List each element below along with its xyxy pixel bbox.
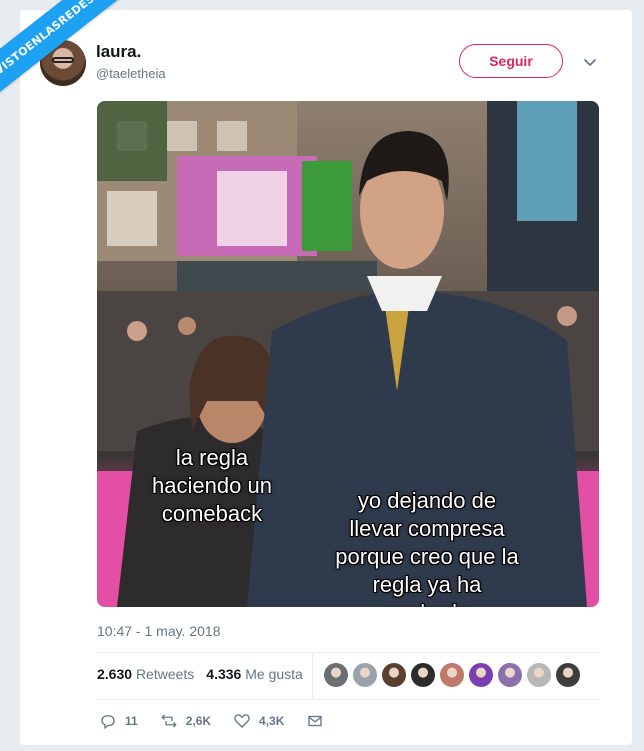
liker-avatar[interactable]: [440, 663, 464, 687]
engagement-stats: 2.630 Retweets 4.336 Me gusta: [97, 666, 303, 682]
liker-avatar[interactable]: [382, 663, 406, 687]
chevron-down-icon[interactable]: [580, 52, 600, 72]
retweets-stat[interactable]: 2.630 Retweets: [97, 666, 194, 682]
liker-avatar[interactable]: [411, 663, 435, 687]
watermark-ribbon: VISTOENLASREDES: [0, 0, 140, 140]
liker-avatar[interactable]: [527, 663, 551, 687]
divider-bottom: [97, 699, 599, 700]
liker-avatar[interactable]: [353, 663, 377, 687]
tweet-timestamp[interactable]: 10:47 - 1 may. 2018: [97, 623, 220, 639]
reply-button[interactable]: 11: [99, 712, 138, 730]
tweet-actions: 11 2,6K 4,3K: [99, 712, 346, 730]
retweets-count: 2.630: [97, 666, 133, 682]
like-button[interactable]: 4,3K: [233, 712, 284, 730]
like-count: 4,3K: [259, 714, 285, 728]
likes-count: 4.336: [206, 666, 242, 682]
likers-avatars: [324, 663, 580, 687]
divider-top: [97, 652, 599, 653]
retweet-count: 2,6K: [185, 714, 212, 728]
reply-icon: [101, 715, 115, 730]
follow-button[interactable]: Seguir: [459, 44, 563, 78]
envelope-icon: [308, 715, 323, 727]
caption-left: la regla haciendo un comeback: [152, 445, 272, 526]
stats-separator: [312, 654, 313, 698]
retweets-label: Retweets: [135, 666, 195, 682]
watermark-text: VISTOENLASREDES: [0, 0, 123, 101]
reply-count: 11: [125, 714, 138, 728]
liker-avatar[interactable]: [469, 663, 493, 687]
likes-stat[interactable]: 4.336 Me gusta: [206, 666, 303, 682]
caption-right: yo dejando de llevar compresa porque cre…: [335, 488, 519, 607]
liker-avatar[interactable]: [498, 663, 522, 687]
message-button[interactable]: [306, 712, 324, 730]
retweet-icon: [160, 714, 177, 728]
tweet-image[interactable]: la regla haciendo un comeback yo dejando…: [97, 101, 599, 607]
retweet-button[interactable]: 2,6K: [160, 712, 211, 730]
liker-avatar[interactable]: [324, 663, 348, 687]
likes-label: Me gusta: [245, 666, 303, 682]
liker-avatar[interactable]: [556, 663, 580, 687]
heart-icon: [234, 714, 250, 728]
